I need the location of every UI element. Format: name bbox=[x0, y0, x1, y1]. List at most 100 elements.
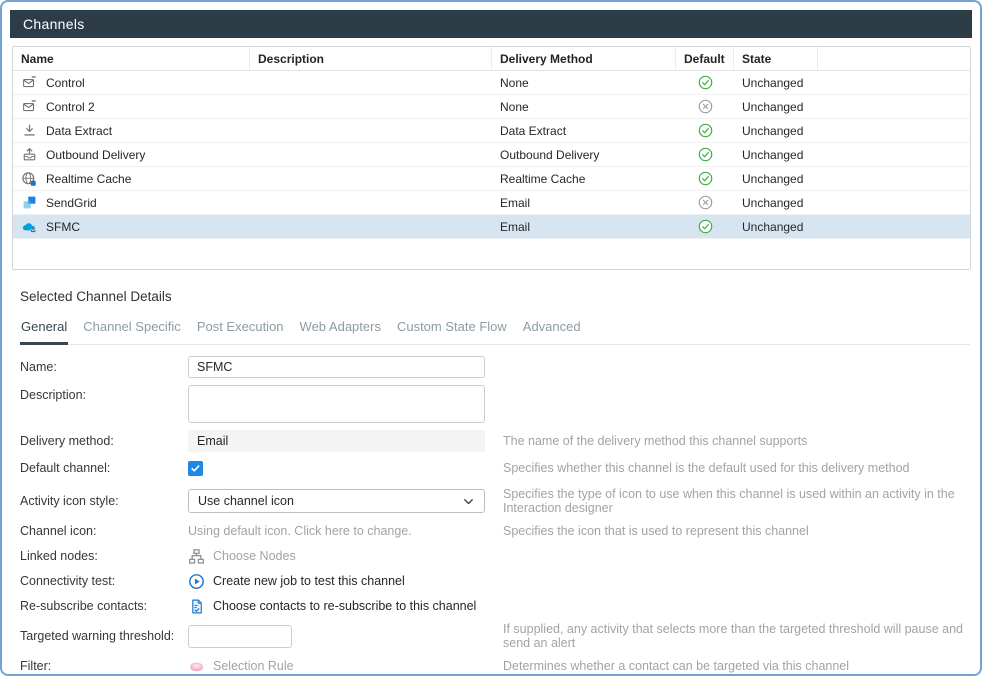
default-channel-help: Specifies whether this channel is the de… bbox=[494, 461, 970, 475]
channel-delivery-method: None bbox=[492, 71, 676, 94]
channel-name: Control 2 bbox=[46, 100, 95, 114]
channels-window: Channels NameDescriptionDelivery MethodD… bbox=[0, 0, 982, 676]
channel-state: Unchanged bbox=[734, 215, 818, 238]
description-input[interactable] bbox=[188, 385, 485, 423]
row-filler bbox=[818, 167, 970, 190]
table-row-outbound-delivery[interactable]: Outbound DeliveryOutbound DeliveryUnchan… bbox=[13, 143, 970, 167]
form-row-name: Name: bbox=[20, 356, 970, 378]
default-yes-check-icon bbox=[697, 75, 713, 91]
form-row-delivery-method: Delivery method: Email The name of the d… bbox=[20, 430, 970, 452]
targeted-warning-threshold-help: If supplied, any activity that selects m… bbox=[494, 622, 970, 650]
targeted-warning-threshold-label: Targeted warning threshold: bbox=[20, 629, 188, 643]
resubscribe-contacts-text: Choose contacts to re-subscribe to this … bbox=[213, 599, 476, 613]
channel-state: Unchanged bbox=[734, 95, 818, 118]
filter-label: Filter: bbox=[20, 659, 188, 673]
connectivity-test-button[interactable]: Create new job to test this channel bbox=[188, 573, 405, 590]
form-row-linked-nodes: Linked nodes: Choose Nodes bbox=[20, 547, 970, 565]
mail-channel-icon bbox=[21, 99, 37, 115]
column-header-state[interactable]: State bbox=[734, 47, 818, 70]
window-titlebar: Channels bbox=[10, 10, 972, 38]
tab-post-execution[interactable]: Post Execution bbox=[196, 319, 285, 345]
table-row-sendgrid[interactable]: SendGrid Email Unchanged bbox=[13, 191, 970, 215]
connectivity-test-text: Create new job to test this channel bbox=[213, 574, 405, 588]
channel-description bbox=[250, 119, 492, 142]
default-channel-checkbox[interactable] bbox=[188, 461, 203, 476]
activity-icon-style-value: Use channel icon bbox=[198, 494, 294, 508]
cloud-channel-icon bbox=[21, 219, 37, 235]
column-header-delivery-method[interactable]: Delivery Method bbox=[492, 47, 676, 70]
choose-nodes-button[interactable]: Choose Nodes bbox=[188, 548, 296, 565]
form-row-resubscribe-contacts: Re-subscribe contacts: Choose contacts t… bbox=[20, 597, 970, 615]
channel-delivery-method: Email bbox=[492, 191, 676, 214]
form-row-default-channel: Default channel: Specifies whether this … bbox=[20, 459, 970, 477]
chevron-down-icon bbox=[462, 495, 475, 508]
outbox-channel-icon bbox=[21, 147, 37, 163]
connectivity-test-label: Connectivity test: bbox=[20, 574, 188, 588]
form-row-connectivity-test: Connectivity test: Create new job to tes… bbox=[20, 572, 970, 590]
play-circle-icon bbox=[188, 573, 205, 590]
row-filler bbox=[818, 191, 970, 214]
channels-table-body: ControlNoneUnchangedControl 2NoneUnchang… bbox=[13, 71, 970, 239]
activity-icon-style-select[interactable]: Use channel icon bbox=[188, 489, 485, 513]
default-no-cross-icon bbox=[697, 99, 713, 115]
delivery-method-label: Delivery method: bbox=[20, 434, 188, 448]
filter-help: Determines whether a contact can be targ… bbox=[494, 659, 970, 673]
tab-general[interactable]: General bbox=[20, 319, 68, 345]
table-row-data-extract[interactable]: Data ExtractData ExtractUnchanged bbox=[13, 119, 970, 143]
targeted-warning-threshold-input[interactable] bbox=[188, 625, 292, 648]
details-form: Name: Description: Delivery method: Emai… bbox=[20, 356, 970, 676]
row-filler bbox=[818, 71, 970, 94]
selection-rule-label: Selection Rule bbox=[213, 659, 294, 673]
details-title: Selected Channel Details bbox=[20, 289, 970, 304]
channel-name: SendGrid bbox=[46, 196, 97, 210]
tab-custom-state-flow[interactable]: Custom State Flow bbox=[396, 319, 508, 345]
channel-icon-label: Channel icon: bbox=[20, 524, 188, 538]
channel-description bbox=[250, 167, 492, 190]
channel-description bbox=[250, 191, 492, 214]
default-yes-check-icon bbox=[697, 123, 713, 139]
channel-delivery-method: Realtime Cache bbox=[492, 167, 676, 190]
channel-name: SFMC bbox=[46, 220, 80, 234]
table-row-control[interactable]: ControlNoneUnchanged bbox=[13, 71, 970, 95]
channel-description bbox=[250, 215, 492, 238]
column-header-description[interactable]: Description bbox=[250, 47, 492, 70]
column-header-name[interactable]: Name bbox=[13, 47, 250, 70]
row-filler bbox=[818, 143, 970, 166]
download-channel-icon bbox=[21, 123, 37, 139]
mail-channel-icon bbox=[21, 75, 37, 91]
channel-icon-help: Specifies the icon that is used to repre… bbox=[494, 524, 970, 538]
column-header-filler bbox=[818, 47, 970, 70]
channel-delivery-method: None bbox=[492, 95, 676, 118]
table-row-control-2[interactable]: Control 2 None Unchanged bbox=[13, 95, 970, 119]
form-row-targeted-warning-threshold: Targeted warning threshold: If supplied,… bbox=[20, 622, 970, 650]
channel-icon-change-link[interactable]: Using default icon. Click here to change… bbox=[188, 524, 412, 538]
details-tabbar: General Channel Specific Post Execution Web… bbox=[20, 319, 970, 345]
tab-advanced[interactable]: Advanced bbox=[522, 319, 582, 345]
choose-nodes-label: Choose Nodes bbox=[213, 549, 296, 563]
row-filler bbox=[818, 95, 970, 118]
resubscribe-contacts-button[interactable]: Choose contacts to re-subscribe to this … bbox=[188, 598, 476, 615]
default-channel-label: Default channel: bbox=[20, 461, 188, 475]
form-row-activity-icon-style: Activity icon style: Use channel icon Sp… bbox=[20, 487, 970, 515]
linked-nodes-label: Linked nodes: bbox=[20, 549, 188, 563]
delivery-method-help: The name of the delivery method this cha… bbox=[494, 434, 970, 448]
channel-state: Unchanged bbox=[734, 71, 818, 94]
default-yes-check-icon bbox=[697, 147, 713, 163]
channel-description bbox=[250, 71, 492, 94]
activity-icon-style-help: Specifies the type of icon to use when t… bbox=[494, 487, 970, 515]
channel-state: Unchanged bbox=[734, 191, 818, 214]
selection-rule-icon bbox=[188, 658, 205, 675]
column-header-default[interactable]: Default bbox=[676, 47, 734, 70]
tab-web-adapters[interactable]: Web Adapters bbox=[299, 319, 382, 345]
selection-rule-button[interactable]: Selection Rule bbox=[188, 658, 294, 675]
channel-description bbox=[250, 143, 492, 166]
delivery-method-value: Email bbox=[188, 430, 485, 452]
default-yes-check-icon bbox=[697, 171, 713, 187]
row-filler bbox=[818, 119, 970, 142]
name-input[interactable] bbox=[188, 356, 485, 378]
window-title: Channels bbox=[23, 16, 85, 32]
sendgrid-channel-icon bbox=[21, 195, 37, 211]
table-row-sfmc[interactable]: SFMCEmailUnchanged bbox=[13, 215, 970, 239]
table-row-realtime-cache[interactable]: Realtime CacheRealtime CacheUnchanged bbox=[13, 167, 970, 191]
tab-channel-specific[interactable]: Channel Specific bbox=[82, 319, 182, 345]
